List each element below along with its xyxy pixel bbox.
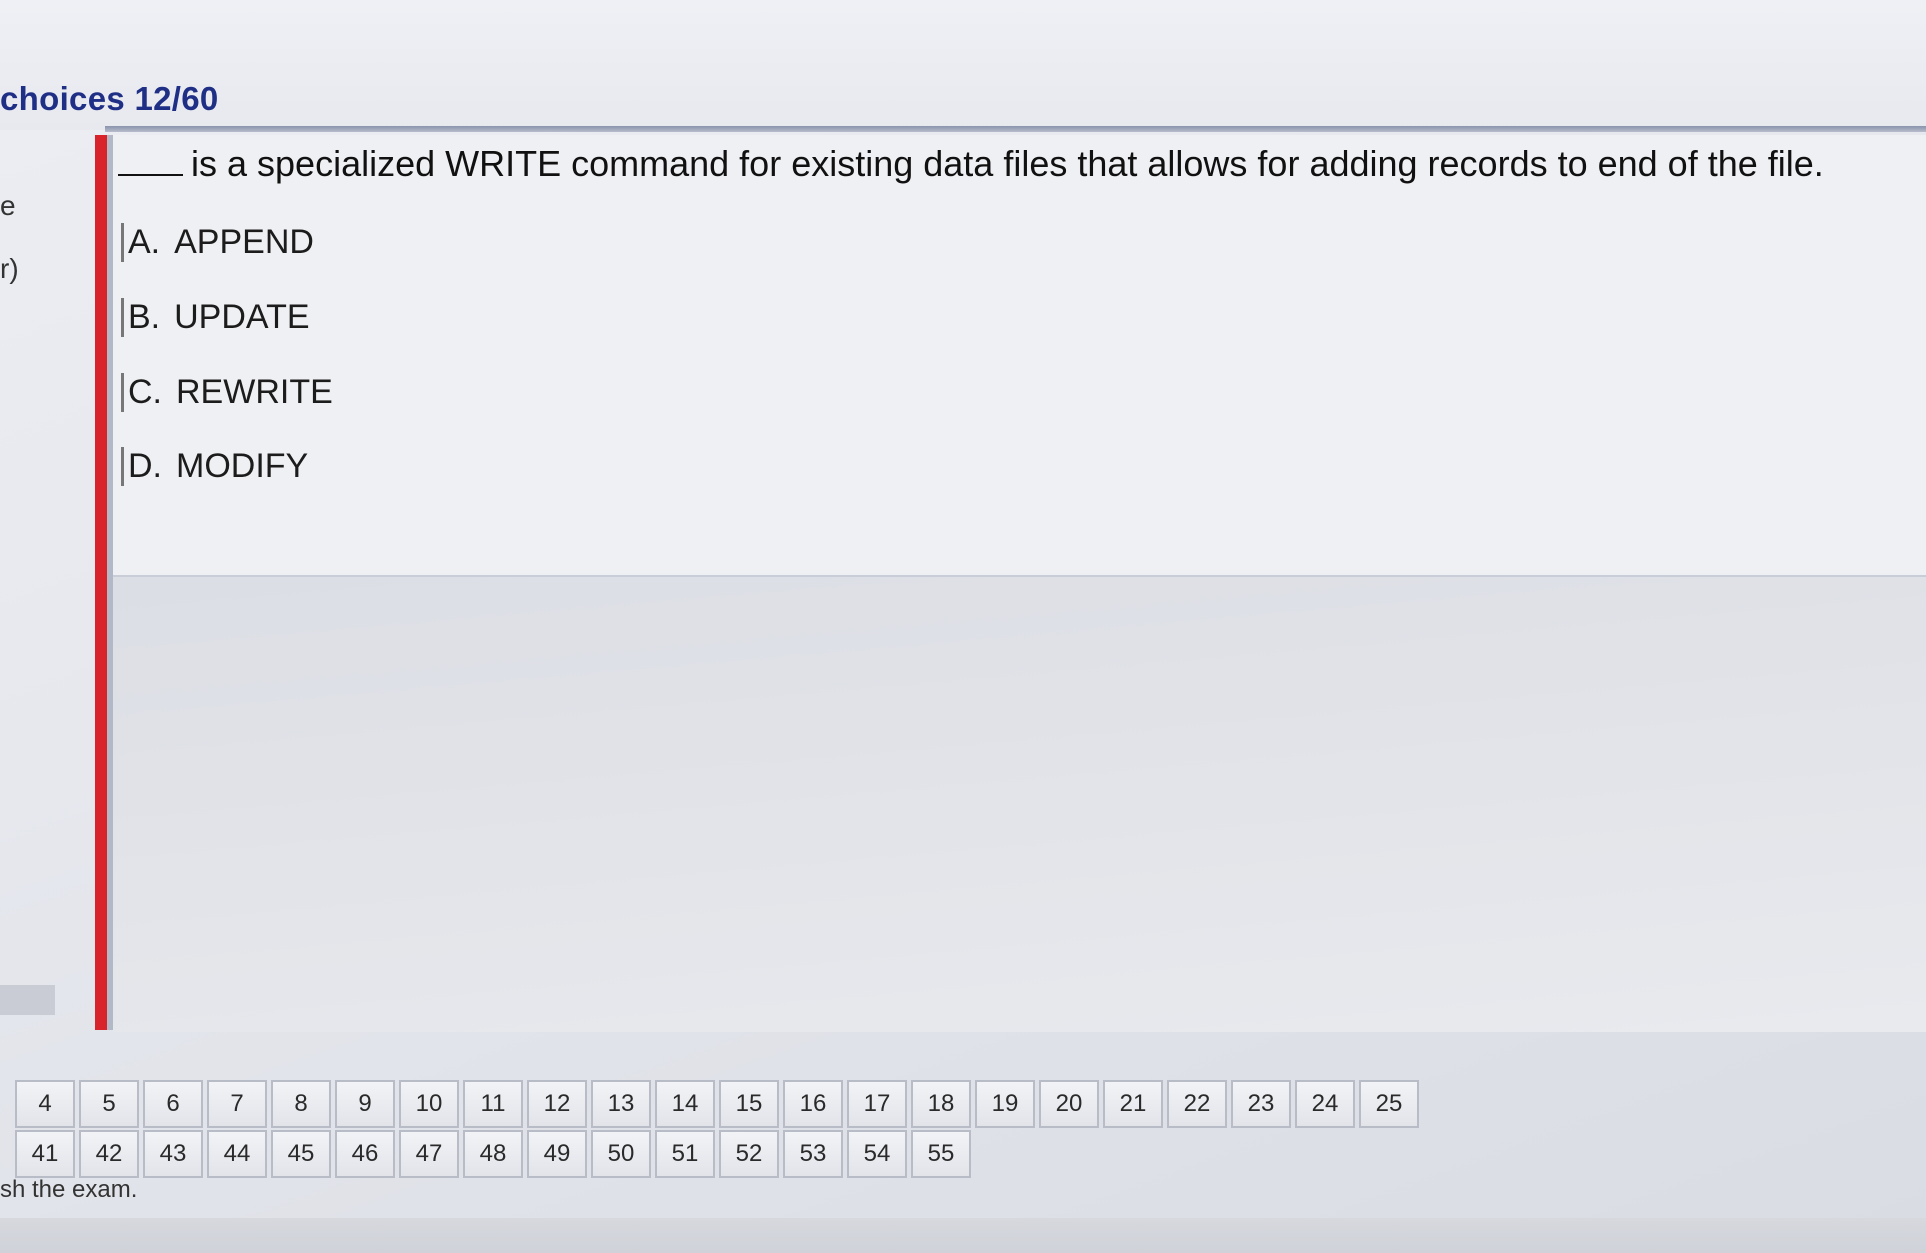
accent-bar (95, 135, 107, 1030)
question-nav-button[interactable]: 9 (335, 1080, 395, 1128)
question-nav-row: 4 5 6 7 8 9 10 11 12 13 14 15 16 17 18 19 20 21 22 23 24 25 (15, 1080, 1423, 1128)
sidebar-item-fragment[interactable]: r) (0, 253, 19, 285)
question-nav-button[interactable]: 18 (911, 1080, 971, 1128)
answer-blank (118, 144, 183, 176)
question-stem: is a specialized WRITE command for exist… (191, 143, 1824, 184)
question-nav-button[interactable]: 23 (1231, 1080, 1291, 1128)
question-nav-button[interactable]: 19 (975, 1080, 1035, 1128)
header-bar (0, 0, 1926, 130)
question-nav-button[interactable]: 53 (783, 1130, 843, 1178)
question-nav-button[interactable]: 16 (783, 1080, 843, 1128)
question-nav-button[interactable]: 22 (1167, 1080, 1227, 1128)
question-nav-button[interactable]: 15 (719, 1080, 779, 1128)
bottom-edge (0, 1218, 1926, 1253)
question-nav-button[interactable]: 14 (655, 1080, 715, 1128)
question-nav-button[interactable]: 41 (15, 1130, 75, 1178)
question-nav-button[interactable]: 20 (1039, 1080, 1099, 1128)
question-nav-row: 41 42 43 44 45 46 47 48 49 50 51 52 53 54 55 (15, 1130, 975, 1178)
question-nav-button[interactable]: 50 (591, 1130, 651, 1178)
question-nav-button[interactable]: 46 (335, 1130, 395, 1178)
option-letter: A. (128, 223, 161, 261)
option-letter: C. (128, 373, 162, 411)
option-letter: D. (128, 447, 162, 485)
question-nav-button[interactable]: 47 (399, 1130, 459, 1178)
question-nav-button[interactable]: 45 (271, 1130, 331, 1178)
question-text: is a specialized WRITE command for exist… (118, 143, 1824, 185)
option-letter: B. (128, 298, 161, 336)
question-nav-button[interactable]: 21 (1103, 1080, 1163, 1128)
option-label: MODIFY (176, 447, 309, 485)
sidebar-scrollbar[interactable] (0, 985, 55, 1015)
question-nav-button[interactable]: 4 (15, 1080, 75, 1128)
sidebar-item-fragment[interactable]: e (0, 190, 16, 222)
sidebar: e r) (0, 135, 95, 1035)
question-nav-button[interactable]: 5 (79, 1080, 139, 1128)
option-d[interactable]: D. MODIFY (121, 447, 308, 486)
question-nav-button[interactable]: 8 (271, 1080, 331, 1128)
question-nav-button[interactable]: 6 (143, 1080, 203, 1128)
question-nav-button[interactable]: 44 (207, 1130, 267, 1178)
question-nav-button[interactable]: 25 (1359, 1080, 1419, 1128)
question-nav-button[interactable]: 51 (655, 1130, 715, 1178)
section-title: choices 12/60 (0, 80, 219, 117)
question-panel: is a specialized WRITE command for exist… (113, 135, 1926, 577)
question-nav-button[interactable]: 52 (719, 1130, 779, 1178)
option-c[interactable]: C. REWRITE (121, 373, 333, 412)
finish-exam-note: sh the exam. (0, 1176, 138, 1203)
option-label: APPEND (174, 223, 314, 261)
question-nav-button[interactable]: 48 (463, 1130, 523, 1178)
option-label: REWRITE (176, 373, 333, 411)
question-nav-button[interactable]: 12 (527, 1080, 587, 1128)
question-nav-button[interactable]: 55 (911, 1130, 971, 1178)
question-nav-button[interactable]: 7 (207, 1080, 267, 1128)
question-nav-button[interactable]: 43 (143, 1130, 203, 1178)
option-label: UPDATE (174, 298, 310, 336)
header-divider (105, 126, 1926, 132)
question-nav-button[interactable]: 42 (79, 1130, 139, 1178)
content-area (113, 577, 1926, 1032)
question-nav-button[interactable]: 17 (847, 1080, 907, 1128)
option-b[interactable]: B. UPDATE (121, 298, 310, 337)
question-nav-button[interactable]: 49 (527, 1130, 587, 1178)
question-nav-button[interactable]: 13 (591, 1080, 651, 1128)
option-a[interactable]: A. APPEND (121, 223, 314, 262)
question-nav-button[interactable]: 54 (847, 1130, 907, 1178)
question-nav-button[interactable]: 11 (463, 1080, 523, 1128)
question-nav-button[interactable]: 24 (1295, 1080, 1355, 1128)
question-nav-button[interactable]: 10 (399, 1080, 459, 1128)
